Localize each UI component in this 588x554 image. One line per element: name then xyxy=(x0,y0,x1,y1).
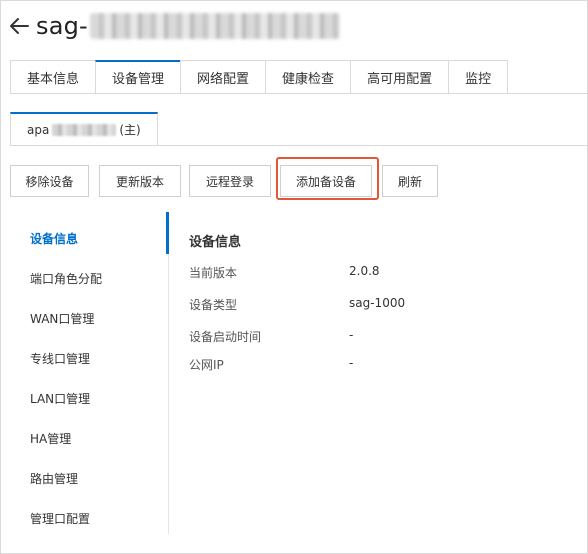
tabs-divider xyxy=(10,93,588,94)
nav-active-indicator xyxy=(166,212,169,254)
remove-device-button[interactable]: 移除设备 xyxy=(10,165,89,197)
tab-monitoring[interactable]: 监控 xyxy=(448,60,509,94)
subtab-prefix: apa xyxy=(27,122,50,137)
label-device-type: 设备类型 xyxy=(189,298,238,312)
section-title: 设备信息 xyxy=(189,235,242,250)
page-title: sag- xyxy=(36,12,88,40)
value-public-ip: - xyxy=(349,356,354,370)
label-public-ip: 公网IP xyxy=(189,358,224,372)
nav-item-ha[interactable]: HA管理 xyxy=(30,430,71,447)
device-subtab[interactable]: apa (主) xyxy=(10,112,158,146)
nav-item-port-role[interactable]: 端口角色分配 xyxy=(30,270,102,287)
page-header: sag- xyxy=(8,8,340,44)
remote-login-button[interactable]: 远程登录 xyxy=(189,165,271,197)
subtab-suffix: (主) xyxy=(119,123,141,137)
label-current-version: 当前版本 xyxy=(189,266,238,280)
tab-ha-config[interactable]: 高可用配置 xyxy=(350,60,450,94)
refresh-button[interactable]: 刷新 xyxy=(382,165,438,197)
side-nav: 设备信息 端口角色分配 WAN口管理 专线口管理 LAN口管理 HA管理 路由管… xyxy=(10,212,169,534)
tab-device-management[interactable]: 设备管理 xyxy=(95,60,182,94)
tab-network-config[interactable]: 网络配置 xyxy=(180,60,267,94)
nav-item-routing[interactable]: 路由管理 xyxy=(30,470,78,487)
value-boot-time: - xyxy=(349,328,354,342)
value-current-version: 2.0.8 xyxy=(349,264,380,278)
subtab-divider xyxy=(10,145,588,146)
update-version-button[interactable]: 更新版本 xyxy=(99,165,181,197)
tab-basic-info[interactable]: 基本信息 xyxy=(10,60,97,94)
nav-item-device-info[interactable]: 设备信息 xyxy=(30,230,78,247)
nav-item-wan[interactable]: WAN口管理 xyxy=(30,310,94,327)
tab-health-check[interactable]: 健康检查 xyxy=(265,60,352,94)
redacted-title xyxy=(89,13,340,39)
highlight-box xyxy=(276,157,379,200)
nav-item-lan[interactable]: LAN口管理 xyxy=(30,390,90,407)
redacted-device-name xyxy=(52,123,117,136)
arrow-left-icon[interactable] xyxy=(8,15,30,37)
label-boot-time: 设备启动时间 xyxy=(189,330,262,344)
nav-item-leased-line[interactable]: 专线口管理 xyxy=(30,350,90,367)
nav-item-mgmt-port[interactable]: 管理口配置 xyxy=(30,510,90,527)
main-tabs: 基本信息 设备管理 网络配置 健康检查 高可用配置 监控 xyxy=(10,60,509,94)
value-device-type: sag-1000 xyxy=(349,296,406,310)
